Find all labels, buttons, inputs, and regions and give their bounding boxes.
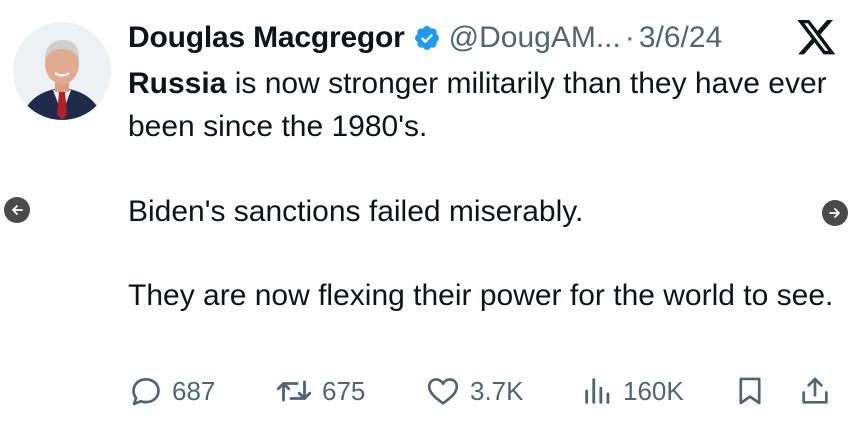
like-icon	[427, 378, 459, 405]
avatar[interactable]	[13, 22, 111, 120]
reply-count: 687	[172, 375, 216, 406]
repost-count: 675	[322, 375, 366, 406]
like-button[interactable]: 3.7K	[424, 368, 524, 414]
action-bar: 687 675 3.7K 160K	[128, 368, 843, 414]
tweet-paragraph-3: They are now flexing their power for the…	[128, 279, 834, 312]
tweet-paragraph-1: Russia is now stronger militarily than t…	[128, 62, 843, 168]
avatar-portrait	[13, 22, 111, 120]
previous-button[interactable]	[4, 197, 30, 223]
tweet-text: Russia is now stronger militarily than t…	[128, 62, 843, 312]
arrow-left-icon	[12, 205, 23, 215]
author-handle[interactable]: @DougAM...	[449, 16, 621, 60]
tweet-paragraph-1-text: is now stronger militarily than they hav…	[128, 67, 827, 143]
bookmark-icon	[739, 377, 761, 405]
reply-button[interactable]: 687	[128, 368, 215, 414]
reply-icon	[132, 377, 160, 406]
tweet-date[interactable]: 3/6/24	[639, 16, 722, 60]
verified-badge-icon	[413, 24, 441, 52]
views-button[interactable]: 160K	[581, 368, 684, 414]
views-icon	[585, 378, 610, 404]
x-logo-icon[interactable]	[797, 20, 837, 56]
share-icon	[802, 377, 828, 404]
repost-icon	[276, 380, 312, 402]
tweet-header: Douglas Macgregor @DougAM... · 3/6/24	[128, 16, 722, 60]
like-count: 3.7K	[470, 375, 524, 406]
share-button[interactable]	[798, 368, 832, 414]
arrow-right-icon	[829, 208, 840, 218]
next-button[interactable]	[822, 200, 848, 226]
bookmark-button[interactable]	[733, 368, 767, 414]
tweet-paragraph-2: Biden's sanctions failed miserably.	[128, 195, 584, 228]
author-name[interactable]: Douglas Macgregor	[128, 16, 405, 60]
tweet-bold-lead[interactable]: Russia	[128, 67, 226, 100]
header-separator: ·	[624, 21, 635, 54]
views-count: 160K	[623, 375, 684, 406]
repost-button[interactable]: 675	[274, 368, 365, 414]
